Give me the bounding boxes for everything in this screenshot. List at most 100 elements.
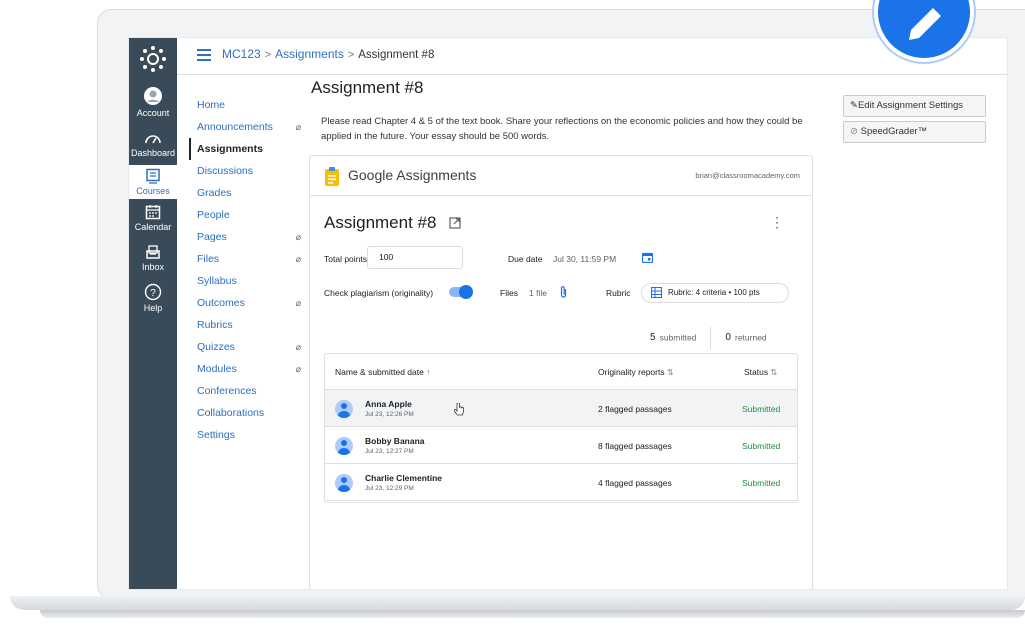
global-nav-dashboard[interactable]: Dashboard <box>129 130 177 164</box>
course-nav-collaborations[interactable]: Collaborations <box>189 402 309 424</box>
course-nav-files[interactable]: Files ⌀ <box>189 248 309 270</box>
course-nav-syllabus[interactable]: Syllabus <box>189 270 309 292</box>
submitted-date: Jul 23, 12:27 PM <box>365 448 414 455</box>
course-nav-conferences[interactable]: Conferences <box>189 380 309 402</box>
speedgrader-icon: ⊘ <box>850 126 861 137</box>
table-row[interactable]: Charlie Clementine Jul 23, 12:29 PM 4 fl… <box>325 464 797 501</box>
global-nav-inbox-label: Inbox <box>141 262 165 272</box>
course-nav-assignments[interactable]: Assignments <box>189 138 309 160</box>
global-nav-help-label: Help <box>143 303 163 313</box>
student-avatar-icon <box>335 474 353 492</box>
speedgrader-button[interactable]: ⊘ SpeedGrader™ <box>843 121 986 143</box>
total-points-input[interactable]: 100 <box>367 246 463 269</box>
rubric-chip[interactable]: Rubric: 4 criteria • 100 pts <box>641 283 789 303</box>
global-nav-courses-label: Courses <box>136 186 170 196</box>
laptop-base-top <box>10 596 1025 610</box>
course-nav-label: Conferences <box>197 385 257 397</box>
hidden-eye-icon: ⌀ <box>295 364 301 374</box>
breadcrumb-assignments-link[interactable]: Assignments <box>275 47 344 61</box>
global-nav: Account Dashboard Courses Calendar Inbox… <box>129 38 177 589</box>
table-row[interactable]: Anna Apple Jul 23, 12:26 PM 2 flagged pa… <box>325 390 797 427</box>
course-nav-label: Settings <box>197 429 235 441</box>
originality-report[interactable]: 8 flagged passages <box>598 441 672 451</box>
course-nav-rubrics[interactable]: Rubrics <box>189 314 309 336</box>
account-icon <box>144 87 162 105</box>
course-nav-pages[interactable]: Pages ⌀ <box>189 226 309 248</box>
submitted-count: 5 <box>650 332 656 344</box>
hidden-eye-icon: ⌀ <box>295 254 301 264</box>
course-nav-settings[interactable]: Settings <box>189 424 309 446</box>
table-row[interactable]: Bobby Banana Jul 23, 12:27 PM 8 flagged … <box>325 427 797 464</box>
page-title: Assignment #8 <box>311 78 424 97</box>
breadcrumb-separator: > <box>347 49 355 61</box>
sort-arrow-up-icon: ↑ <box>426 367 431 377</box>
sort-by-status-header[interactable]: Status ⇅ <box>744 367 777 377</box>
course-nav-discussions[interactable]: Discussions <box>189 160 309 182</box>
sort-by-reports-header[interactable]: Originality reports ⇅ <box>598 367 674 377</box>
laptop-base-bottom <box>40 610 1025 618</box>
canvas-logo-icon[interactable] <box>138 44 168 74</box>
course-nav-label: Outcomes <box>197 297 245 309</box>
table-header: Name & submitted date ↑ Originality repo… <box>325 354 797 390</box>
stage: Account Dashboard Courses Calendar Inbox… <box>0 0 1025 625</box>
submitted-date: Jul 23, 12:29 PM <box>365 485 414 492</box>
global-nav-inbox[interactable]: Inbox <box>129 244 177 278</box>
svg-text:?: ? <box>150 288 156 299</box>
files-label: Files <box>500 288 518 298</box>
more-options-icon[interactable]: ⋮ <box>770 214 784 231</box>
originality-report[interactable]: 4 flagged passages <box>598 478 672 488</box>
global-nav-account-label: Account <box>136 108 170 118</box>
hidden-eye-icon: ⌀ <box>295 122 301 132</box>
global-nav-calendar[interactable]: Calendar <box>129 204 177 238</box>
edit-assignment-settings-button[interactable]: ✎Edit Assignment Settings <box>843 95 986 117</box>
submission-counts: 5 submitted 0 returned <box>650 327 767 349</box>
course-nav: Home Announcements ⌀ Assignments Discussi… <box>189 94 309 446</box>
course-nav-modules[interactable]: Modules ⌀ <box>189 358 309 380</box>
plagiarism-toggle[interactable] <box>449 285 473 299</box>
assignment-description: Please read Chapter 4 & 5 of the text bo… <box>321 116 803 142</box>
student-name: Charlie Clementine <box>365 473 442 483</box>
calendar-picker-icon[interactable] <box>642 252 653 263</box>
speedgrader-label: SpeedGrader™ <box>860 126 928 137</box>
pencil-icon: ✎ <box>850 100 858 111</box>
rubric-chip-text: Rubric: 4 criteria • 100 pts <box>668 288 760 297</box>
student-avatar-icon <box>335 400 353 418</box>
course-nav-label: Syllabus <box>197 275 237 287</box>
due-date-value[interactable]: Jul 30, 11:59 PM <box>553 254 616 264</box>
global-nav-courses[interactable]: Courses <box>129 165 177 199</box>
course-nav-label: Grades <box>197 187 232 199</box>
course-nav-outcomes[interactable]: Outcomes ⌀ <box>189 292 309 314</box>
help-icon: ? <box>144 283 162 301</box>
google-assignments-brand: Google Assignments <box>348 167 477 183</box>
calendar-icon <box>145 205 161 220</box>
sort-by-name-header[interactable]: Name & submitted date ↑ <box>335 367 430 377</box>
open-external-icon[interactable] <box>449 217 461 229</box>
course-nav-grades[interactable]: Grades <box>189 182 309 204</box>
dashboard-icon <box>145 135 161 144</box>
course-header: MC123 > Assignments > Assignment #8 <box>177 38 1007 75</box>
course-nav-label: Home <box>197 99 226 111</box>
laptop-screen: Account Dashboard Courses Calendar Inbox… <box>128 37 1008 590</box>
course-nav-quizzes[interactable]: Quizzes ⌀ <box>189 336 309 358</box>
course-nav-announcements[interactable]: Announcements ⌀ <box>189 116 309 138</box>
returned-label: returned <box>734 332 767 343</box>
course-nav-label: Files <box>197 253 220 265</box>
breadcrumb-course-link[interactable]: MC123 <box>222 47 261 61</box>
course-nav-label: Assignments <box>197 143 263 155</box>
hidden-eye-icon: ⌀ <box>295 298 301 308</box>
courses-icon <box>146 168 160 184</box>
hamburger-menu-icon[interactable] <box>197 49 211 61</box>
student-avatar-icon <box>335 437 353 455</box>
global-nav-help[interactable]: ? Help <box>129 283 177 317</box>
course-nav-people[interactable]: People <box>189 204 309 226</box>
paperclip-icon[interactable] <box>559 285 568 299</box>
originality-report[interactable]: 2 flagged passages <box>598 404 672 414</box>
course-nav-home[interactable]: Home <box>189 94 309 116</box>
course-nav-label: Rubrics <box>197 319 233 331</box>
course-nav-label: Quizzes <box>197 341 235 353</box>
global-nav-account[interactable]: Account <box>129 86 177 122</box>
status-badge: Submitted <box>742 478 781 488</box>
google-assignments-header: Google Assignments brian@classroomacadem… <box>310 156 812 196</box>
returned-count: 0 <box>725 332 731 344</box>
column-status-label: Status <box>744 367 769 377</box>
